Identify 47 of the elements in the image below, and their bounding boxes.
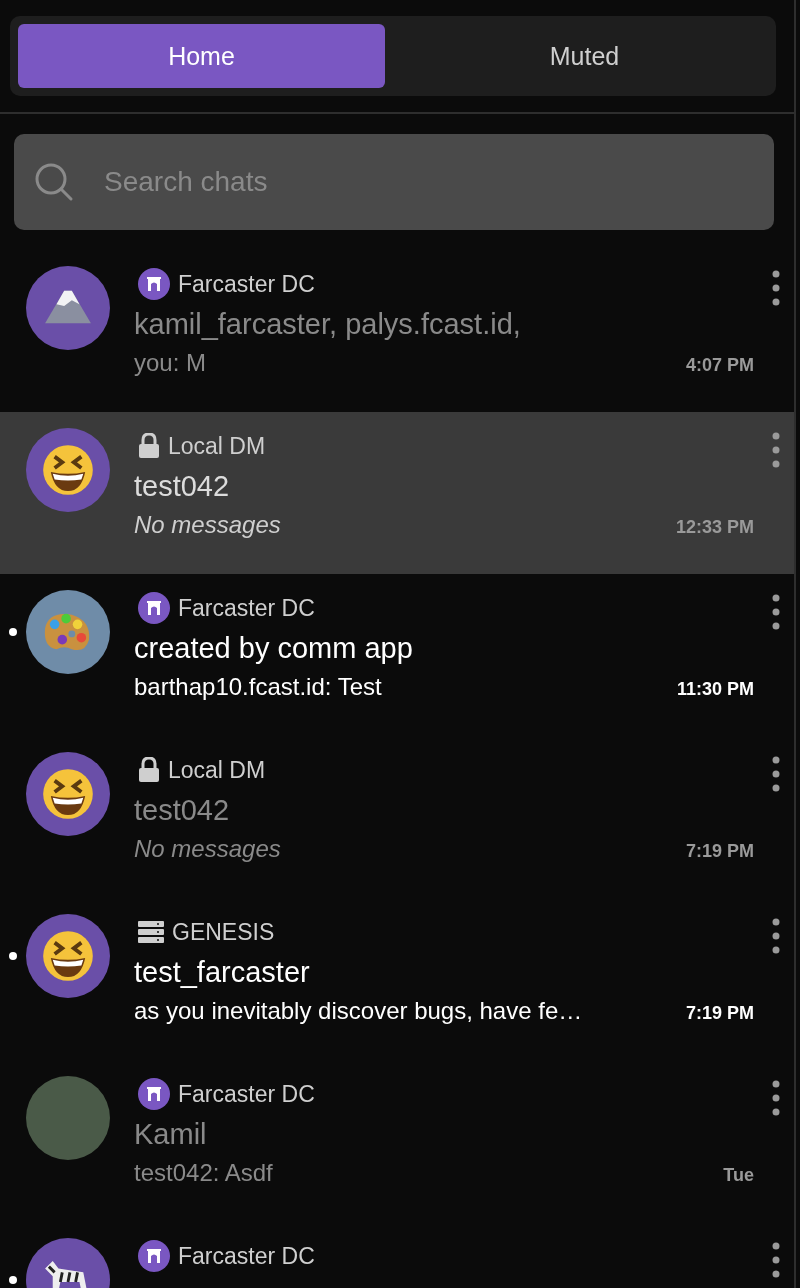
tab[interactable]: Muted (401, 24, 768, 88)
chat-title: Kamil (134, 1118, 208, 1151)
more-options-icon[interactable] (772, 432, 780, 468)
timestamp: 11:30 PM (676, 679, 754, 700)
search-field[interactable]: Search chats (102, 165, 774, 199)
tab[interactable]: Home (18, 24, 385, 88)
more-options-icon[interactable] (772, 594, 780, 630)
community-name: Farcaster DC (178, 1242, 315, 1270)
unread-dot (9, 952, 17, 960)
search-icon (34, 162, 74, 202)
chat-row[interactable]: GENESIS test_farcaster as you inevitably discover bugs, have fe… 7:19 PM (0, 898, 794, 1060)
chat-row[interactable]: Farcaster DC kamil_farcaster, palys.fcast.id, you: M 4:07 PM (0, 250, 794, 412)
chat-row[interactable]: Local DM test042 No messages 7:19 PM (0, 736, 794, 898)
message-preview: barthap10.fcast.id: Test (134, 673, 382, 701)
community-name: Local DM (168, 432, 266, 460)
unread-dot (9, 628, 17, 636)
message-preview: No messages (134, 511, 281, 539)
chat-row[interactable]: Farcaster DC (0, 1222, 794, 1288)
chat-row[interactable]: Farcaster DC created by comm app barthap10.fcast.id: Test 11:30 PM (0, 574, 794, 736)
more-options-icon[interactable] (772, 270, 780, 306)
chat-title: test042 (134, 794, 231, 827)
more-options-icon[interactable] (772, 756, 780, 792)
timestamp: 4:07 PM (685, 355, 754, 376)
search-bar[interactable]: Search chats (14, 134, 774, 230)
community-name: Farcaster DC (178, 594, 315, 622)
community-name: Farcaster DC (178, 270, 315, 298)
chat-title: kamil_farcaster, palys.fcast.id, (134, 308, 522, 341)
chat-title: test_farcaster (134, 956, 311, 989)
message-preview: test042: Asdf (134, 1159, 273, 1187)
more-options-icon[interactable] (772, 1080, 780, 1116)
community-name: Local DM (168, 756, 266, 784)
more-options-icon[interactable] (772, 918, 780, 954)
community-name: GENESIS (172, 918, 275, 946)
message-preview: you: M (134, 349, 207, 377)
chat-row[interactable]: Farcaster DC Kamil test042: Asdf Tue (0, 1060, 794, 1222)
message-preview: as you inevitably discover bugs, have fe… (134, 997, 583, 1025)
unread-dot (9, 1276, 17, 1284)
timestamp: 7:19 PM (685, 1003, 754, 1024)
community-name: Farcaster DC (178, 1080, 315, 1108)
chat-title: test042 (134, 470, 231, 503)
chat-title: created by comm app (134, 632, 414, 665)
timestamp: 7:19 PM (685, 841, 754, 862)
timestamp: 12:33 PM (675, 517, 754, 538)
message-preview: No messages (134, 835, 281, 863)
timestamp: Tue (723, 1165, 754, 1186)
chat-row[interactable]: Local DM test042 No messages 12:33 PM (0, 412, 794, 574)
more-options-icon[interactable] (772, 1242, 780, 1278)
